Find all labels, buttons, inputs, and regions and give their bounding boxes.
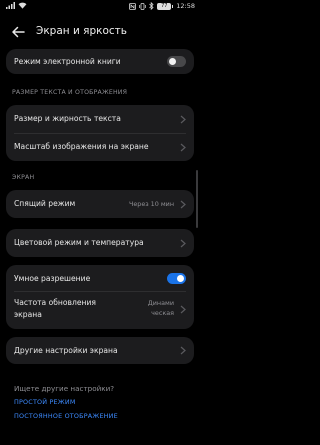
other-settings-label: Другие настройки экрана bbox=[14, 346, 118, 355]
other-settings-row[interactable]: Другие настройки экрана bbox=[6, 337, 194, 364]
section-header-screen: ЭКРАН bbox=[12, 174, 35, 181]
resolution-card: Умное разрешение Частота обновления экра… bbox=[6, 265, 194, 329]
color-mode-row[interactable]: Цветовой режим и температура bbox=[6, 229, 194, 257]
nfc-icon bbox=[129, 2, 137, 10]
chevron-right-icon bbox=[180, 239, 186, 248]
page-title: Экран и яркость bbox=[36, 25, 127, 37]
app-bar: Экран и яркость bbox=[0, 20, 200, 44]
suggestions-heading: Ищете другие настройки? bbox=[14, 384, 115, 393]
chevron-right-icon bbox=[180, 115, 186, 124]
ebook-mode-card: Режим электронной книги bbox=[6, 49, 194, 74]
signal-icon bbox=[6, 2, 15, 9]
refresh-rate-value-line2: ческая bbox=[151, 309, 174, 317]
battery-icon: 77 bbox=[157, 2, 174, 10]
zoom-label: Масштаб изображения на экране bbox=[14, 142, 149, 151]
refresh-rate-row[interactable]: Частота обновления экрана Динами ческая bbox=[6, 291, 194, 329]
clock: 12:58 bbox=[176, 2, 195, 10]
chevron-right-icon bbox=[180, 143, 186, 152]
ebook-mode-label: Режим электронной книги bbox=[14, 57, 121, 66]
text-display-card: Размер и жирность текста Масштаб изображ… bbox=[6, 105, 194, 161]
chevron-right-icon bbox=[180, 200, 186, 209]
sleep-value: Через 10 мин bbox=[128, 200, 174, 208]
color-mode-card: Цветовой режим и температура bbox=[6, 229, 194, 257]
other-settings-card: Другие настройки экрана bbox=[6, 337, 194, 364]
scrollbar[interactable] bbox=[196, 170, 198, 228]
sleep-card: Спящий режим Через 10 мин bbox=[6, 190, 194, 218]
chevron-right-icon bbox=[180, 305, 186, 314]
ebook-mode-toggle[interactable] bbox=[167, 56, 186, 67]
section-header-text-display: РАЗМЕР ТЕКСТА И ОТОБРАЖЕНИЯ bbox=[12, 89, 128, 96]
text-size-row[interactable]: Размер и жирность текста bbox=[6, 105, 194, 133]
ebook-mode-row[interactable]: Режим электронной книги bbox=[6, 49, 194, 74]
refresh-rate-label-line2: экрана bbox=[14, 310, 42, 319]
chevron-right-icon bbox=[180, 346, 186, 355]
color-mode-label: Цветовой режим и температура bbox=[14, 238, 144, 247]
smart-resolution-row[interactable]: Умное разрешение bbox=[6, 265, 194, 291]
sleep-label: Спящий режим bbox=[14, 199, 76, 208]
simple-mode-link[interactable]: ПРОСТОЙ РЕЖИМ bbox=[14, 398, 76, 406]
battery-level: 77 bbox=[157, 2, 172, 10]
vibrate-icon bbox=[139, 2, 147, 10]
back-arrow-icon[interactable] bbox=[10, 24, 26, 40]
refresh-rate-value-line1: Динами bbox=[147, 299, 174, 307]
refresh-rate-label-line1: Частота обновления bbox=[14, 298, 97, 307]
zoom-row[interactable]: Масштаб изображения на экране bbox=[6, 133, 194, 161]
text-size-label: Размер и жирность текста bbox=[14, 114, 121, 123]
sleep-row[interactable]: Спящий режим Через 10 мин bbox=[6, 190, 194, 218]
always-on-display-link[interactable]: ПОСТОЯННОЕ ОТОБРАЖЕНИЕ bbox=[14, 412, 118, 420]
wifi-icon bbox=[18, 2, 27, 9]
smart-resolution-toggle[interactable] bbox=[167, 273, 186, 284]
smart-resolution-label: Умное разрешение bbox=[14, 274, 91, 283]
status-bar: 77 12:58 bbox=[0, 0, 200, 14]
bluetooth-icon bbox=[149, 2, 154, 10]
